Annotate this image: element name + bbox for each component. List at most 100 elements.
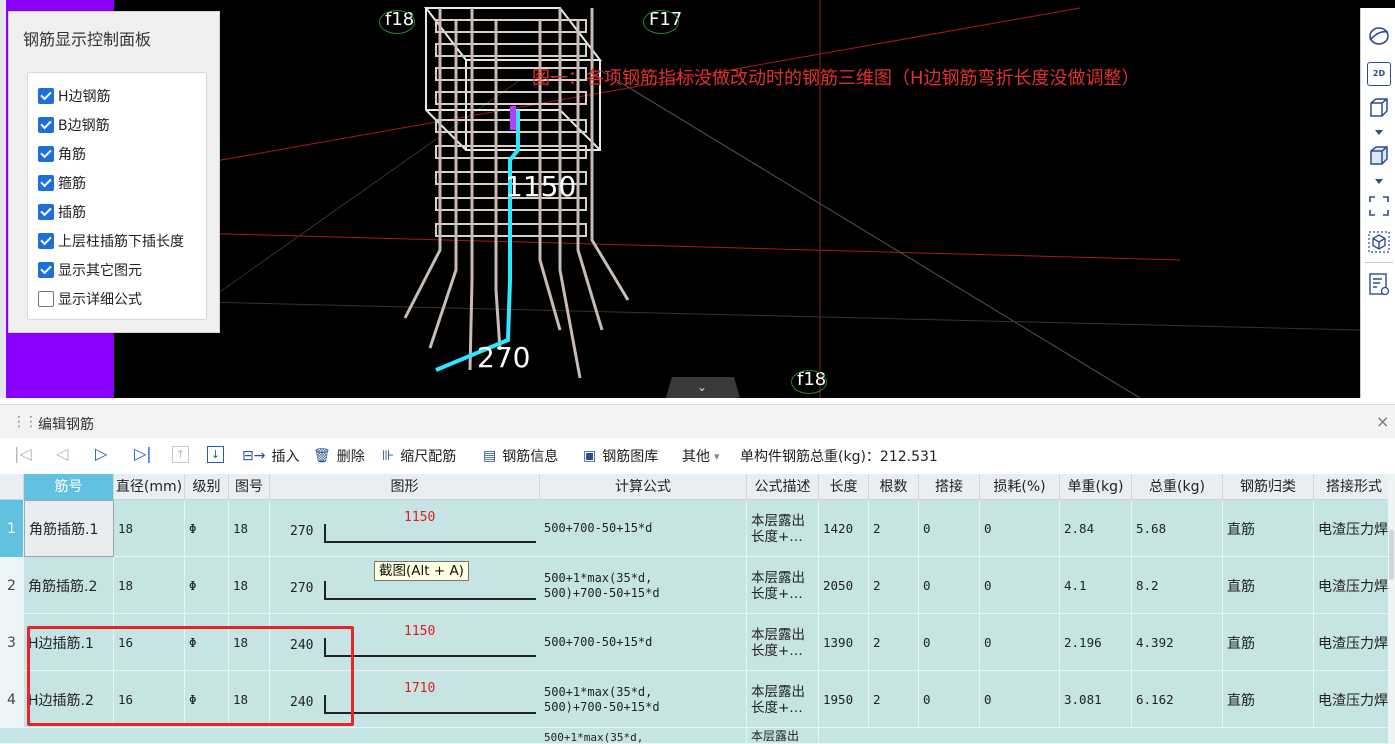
- cell-loss[interactable]: 0: [980, 671, 1060, 728]
- dropdown-arrow-icon[interactable]: [1375, 179, 1383, 184]
- header-formula[interactable]: 计算公式: [540, 474, 747, 500]
- header-lap-type[interactable]: 搭接形式: [1314, 474, 1395, 500]
- header-figure-number[interactable]: 图号: [229, 474, 270, 500]
- checkbox-checked[interactable]: [38, 146, 54, 162]
- option-corner-rebar[interactable]: 角筋: [38, 144, 86, 164]
- cell-lap-type[interactable]: 电渣压力焊: [1314, 500, 1395, 557]
- cell-desc[interactable]: 本层露出 长度+…: [747, 671, 819, 728]
- cell-formula[interactable]: 500+1*max(35*d,: [540, 728, 747, 744]
- cell-loss[interactable]: 0: [980, 500, 1060, 557]
- cell-num[interactable]: 4: [0, 671, 24, 728]
- cell-total-w[interactable]: 6.162: [1132, 671, 1223, 728]
- cell-loss[interactable]: 0: [980, 557, 1060, 614]
- cell-lap[interactable]: 0: [919, 671, 980, 728]
- header-diameter[interactable]: 直径(mm): [114, 474, 185, 500]
- header-length[interactable]: 长度: [819, 474, 869, 500]
- scale-rebar-button[interactable]: ⊪ 缩尺配筋: [382, 446, 456, 466]
- option-h-edge-rebar[interactable]: H边钢筋: [38, 86, 111, 106]
- cell-count[interactable]: 2: [869, 614, 919, 671]
- header-unit-weight[interactable]: 单重(kg): [1060, 474, 1132, 500]
- header-grade[interactable]: 级别: [185, 474, 229, 500]
- cell-desc[interactable]: 本层露出 长度+…: [747, 557, 819, 614]
- shape-main-length[interactable]: 1710: [404, 681, 435, 696]
- cell-desc[interactable]: 本层露出: [747, 728, 819, 744]
- option-b-edge-rebar[interactable]: B边钢筋: [38, 115, 110, 135]
- option-stirrup[interactable]: 箍筋: [38, 173, 86, 193]
- cell-lap-type[interactable]: 电渣压力焊: [1314, 557, 1395, 614]
- header-total-weight[interactable]: 总重(kg): [1132, 474, 1223, 500]
- dropdown-arrow-icon[interactable]: [1375, 130, 1383, 135]
- last-record-icon[interactable]: ▷|: [134, 444, 152, 463]
- checkbox-checked[interactable]: [38, 233, 54, 249]
- move-down-icon[interactable]: ↓: [207, 446, 224, 463]
- insert-button[interactable]: ⊟→ 插入: [242, 446, 299, 466]
- option-dowel[interactable]: 插筋: [38, 202, 86, 222]
- header-count[interactable]: 根数: [869, 474, 919, 500]
- fit-frame-icon[interactable]: [1367, 194, 1391, 218]
- cell-count[interactable]: 2: [869, 671, 919, 728]
- move-up-icon[interactable]: ↑: [172, 446, 189, 463]
- cell-category[interactable]: 直筋: [1223, 500, 1314, 557]
- cell-dia[interactable]: 18: [114, 557, 185, 614]
- cell-unit-w[interactable]: 2.84: [1060, 500, 1132, 557]
- box-select-icon[interactable]: [1367, 230, 1391, 254]
- other-menu-button[interactable]: 其他 ▾: [682, 446, 720, 466]
- cell-category[interactable]: 直筋: [1223, 671, 1314, 728]
- cell-length[interactable]: 2050: [819, 557, 869, 614]
- cell-loss[interactable]: 0: [980, 614, 1060, 671]
- next-record-icon[interactable]: ▷: [95, 444, 107, 463]
- header-loss[interactable]: 损耗(%): [980, 474, 1060, 500]
- checkbox-checked[interactable]: [38, 262, 54, 278]
- checkbox-checked[interactable]: [38, 88, 54, 104]
- cell-formula[interactable]: 500+700-50+15*d: [540, 500, 747, 557]
- rebar-library-button[interactable]: ▣ 钢筋图库: [583, 446, 658, 466]
- cell-shape[interactable]: 270 1150: [270, 500, 540, 557]
- cell-count[interactable]: 2: [869, 557, 919, 614]
- cell-total-w[interactable]: 8.2: [1132, 557, 1223, 614]
- table-row-partial[interactable]: 500+1*max(35*d, 本层露出: [0, 728, 1395, 744]
- delete-button[interactable]: 🗑 删除: [313, 446, 365, 466]
- cell-dia[interactable]: 18: [114, 500, 185, 557]
- option-show-other-elements[interactable]: 显示其它图元: [38, 260, 142, 280]
- cell-unit-w[interactable]: 3.081: [1060, 671, 1132, 728]
- cell-desc[interactable]: 本层露出 长度+…: [747, 500, 819, 557]
- close-panel-button[interactable]: ×: [1376, 412, 1389, 431]
- cell-grade[interactable]: Φ: [185, 500, 229, 557]
- table-row[interactable]: 2角筋插筋.218Φ182701760500+1*max(35*d,500)+7…: [0, 557, 1395, 614]
- cell-desc[interactable]: 本层露出 长度+…: [747, 614, 819, 671]
- collapse-panel-tab[interactable]: ⌄: [666, 377, 740, 398]
- view-2d-icon[interactable]: 2D: [1367, 62, 1391, 86]
- cell-formula[interactable]: 500+1*max(35*d, 500)+700-50+15*d: [540, 557, 747, 614]
- cell-formula[interactable]: 500+1*max(35*d, 500)+700-50+15*d: [540, 671, 747, 728]
- cube-solid-icon[interactable]: [1367, 144, 1391, 168]
- cell-lap-type[interactable]: 电渣压力焊: [1314, 614, 1395, 671]
- previous-record-icon[interactable]: ◁: [56, 444, 68, 463]
- property-view-icon[interactable]: [1367, 272, 1391, 296]
- cell-unit-w[interactable]: 2.196: [1060, 614, 1132, 671]
- table-row[interactable]: 1 角筋插筋.1 18 Φ 18 270 1150 500+700-50+15*d 本层露出 长度…: [0, 500, 1395, 557]
- cell-num[interactable]: 3: [0, 614, 24, 671]
- cell-category[interactable]: 直筋: [1223, 614, 1314, 671]
- header-formula-desc[interactable]: 公式描述: [747, 474, 819, 500]
- shape-main-length[interactable]: 1150: [404, 510, 435, 525]
- cell-lap[interactable]: 0: [919, 557, 980, 614]
- rebar-3d-viewport[interactable]: 图一：各项钢筋指标没做改动时的钢筋三维图（H边钢筋弯折长度没做调整） 1150 …: [0, 0, 1395, 398]
- shape-main-length[interactable]: 1150: [404, 624, 435, 639]
- cell-lap[interactable]: 0: [919, 614, 980, 671]
- header-bar-number[interactable]: 筋号: [24, 474, 114, 500]
- header-lap[interactable]: 搭接: [919, 474, 980, 500]
- cell-formula[interactable]: 500+700-50+15*d: [540, 614, 747, 671]
- cell-unit-w[interactable]: 4.1: [1060, 557, 1132, 614]
- cell-length[interactable]: 1390: [819, 614, 869, 671]
- cell-total-w[interactable]: 4.392: [1132, 614, 1223, 671]
- checkbox-checked[interactable]: [38, 204, 54, 220]
- first-record-icon[interactable]: |◁: [14, 444, 32, 463]
- header-category[interactable]: 钢筋归类: [1223, 474, 1314, 500]
- cell-num[interactable]: 2: [0, 557, 24, 614]
- cell-lap-type[interactable]: 电渣压力焊: [1314, 671, 1395, 728]
- cell-length[interactable]: 1950: [819, 671, 869, 728]
- header-shape[interactable]: 图形: [270, 474, 540, 500]
- cell-grade[interactable]: Φ: [185, 557, 229, 614]
- cell-name[interactable]: 角筋插筋.2: [24, 557, 114, 614]
- option-upper-dowel-length[interactable]: 上层柱插筋下插长度: [38, 231, 184, 251]
